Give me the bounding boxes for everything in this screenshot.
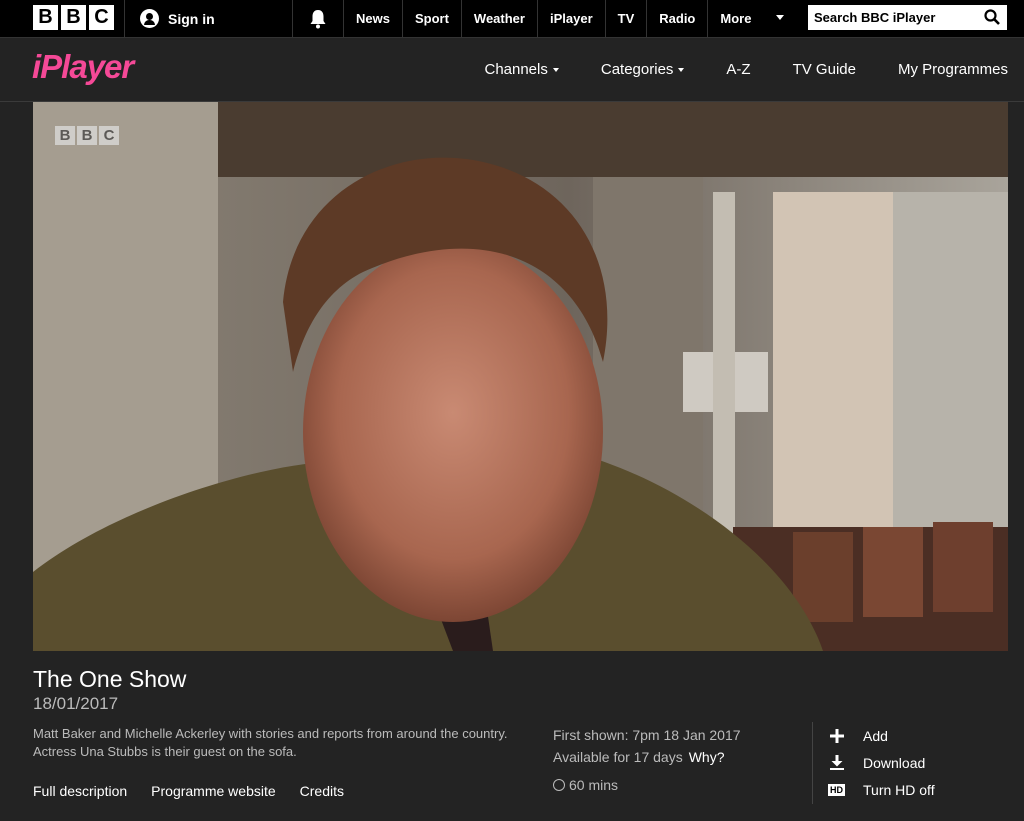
why-link[interactable]: Why? [689, 749, 725, 765]
bbc-logo-letter: B [61, 5, 86, 30]
nav-sport[interactable]: Sport [401, 0, 461, 37]
nav-iplayer[interactable]: iPlayer [536, 0, 605, 37]
first-shown: First shown: 7pm 18 Jan 2017 [553, 727, 741, 743]
bbc-global-bar: B B C Sign in News Sport Weather iPlayer… [0, 0, 1024, 38]
categories-label: Categories [600, 61, 674, 78]
chevron-down-icon [678, 67, 685, 72]
iplayer-header: iPlayer Channels Categories A-Z TV Guide… [0, 38, 1024, 102]
bbc-watermark-letter: C [99, 126, 119, 145]
bbc-watermark-letter: B [55, 126, 75, 145]
hd-icon: HD [828, 783, 845, 796]
availability-row: Available for 17 days Why? [553, 746, 741, 768]
video-player[interactable]: B B C [33, 102, 1008, 651]
programme-actions: Add Download HD Turn HD off [828, 722, 935, 803]
sign-in-link[interactable]: Sign in [140, 0, 215, 37]
user-icon [140, 9, 159, 28]
nav-tv[interactable]: TV [604, 0, 647, 37]
nav-news[interactable]: News [343, 0, 402, 37]
nav-my-programmes[interactable]: My Programmes [877, 38, 1008, 101]
divider [812, 722, 813, 804]
bbc-watermark-letter: B [77, 126, 97, 145]
programme-date: 18/01/2017 [33, 694, 119, 713]
download-label: Download [863, 754, 926, 771]
availability: Available for 17 days [553, 749, 683, 765]
credits-link[interactable]: Credits [300, 783, 344, 799]
clock-icon [553, 779, 565, 791]
nav-more[interactable]: More [707, 0, 763, 37]
divider [124, 0, 125, 37]
programme-links: Full description Programme website Credi… [33, 783, 344, 799]
programme-meta: First shown: 7pm 18 Jan 2017 Available f… [553, 724, 741, 796]
duration-row: 60 mins [553, 774, 741, 796]
bbc-watermark: B B C [55, 126, 119, 145]
nav-categories[interactable]: Categories [580, 38, 706, 101]
nav-weather[interactable]: Weather [460, 0, 537, 37]
programme-website-link[interactable]: Programme website [151, 783, 276, 799]
channels-label: Channels [484, 61, 548, 78]
iplayer-nav: Channels Categories A-Z TV Guide My Prog… [463, 38, 1008, 101]
hd-badge: HD [828, 783, 845, 796]
nav-channels[interactable]: Channels [463, 38, 579, 101]
chevron-down-icon[interactable] [776, 15, 784, 20]
hd-toggle-button[interactable]: HD Turn HD off [828, 776, 935, 803]
duration: 60 mins [569, 777, 619, 793]
full-description-link[interactable]: Full description [33, 783, 127, 799]
sign-in-label: Sign in [168, 10, 215, 27]
programme-description: Matt Baker and Michelle Ackerley with st… [33, 726, 508, 759]
notifications-bell-icon[interactable] [309, 9, 327, 29]
chevron-down-icon [552, 67, 559, 72]
video-frame [33, 102, 1008, 651]
programme-title: The One Show [33, 666, 187, 692]
add-label: Add [863, 727, 888, 744]
download-icon [828, 755, 845, 770]
search-input[interactable] [808, 10, 984, 25]
bbc-logo[interactable]: B B C [33, 5, 114, 30]
search-icon[interactable] [984, 9, 1000, 25]
plus-icon [828, 728, 845, 743]
hd-toggle-label: Turn HD off [863, 781, 935, 798]
nav-radio[interactable]: Radio [646, 0, 707, 37]
nav-a-z[interactable]: A-Z [705, 38, 771, 101]
nav-tv-guide[interactable]: TV Guide [772, 38, 877, 101]
bbc-logo-letter: B [33, 5, 58, 30]
bbc-logo-letter: C [89, 5, 114, 30]
divider [292, 0, 293, 37]
iplayer-logo[interactable]: iPlayer [32, 48, 134, 86]
bbc-nav: News Sport Weather iPlayer TV Radio More [343, 0, 763, 37]
download-button[interactable]: Download [828, 749, 935, 776]
search-box [808, 5, 1007, 30]
add-button[interactable]: Add [828, 722, 935, 749]
